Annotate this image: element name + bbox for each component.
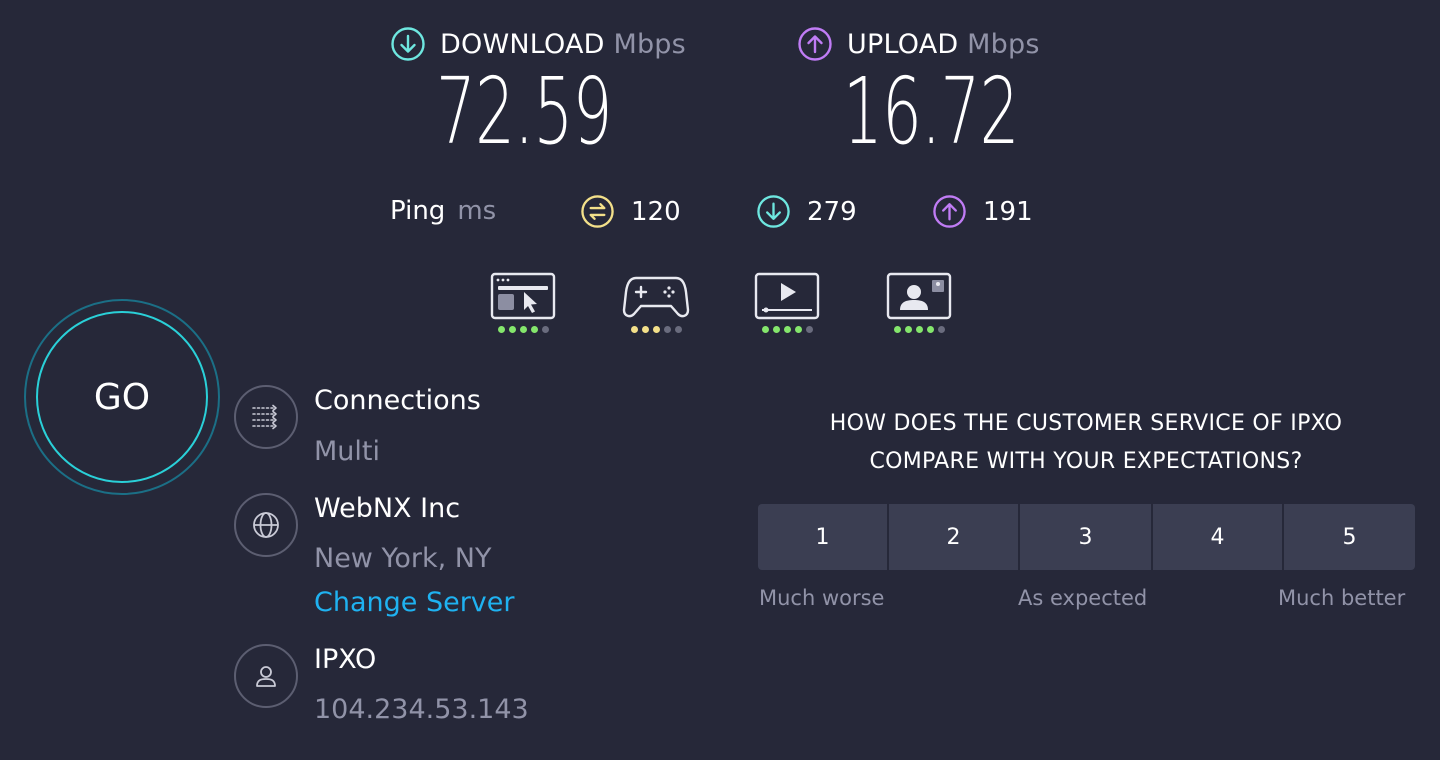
provider-name: IPXO <box>314 644 377 675</box>
user-icon <box>234 644 298 708</box>
streaming-quality[interactable] <box>754 272 820 333</box>
upload-unit: Mbps <box>967 28 1040 60</box>
browsing-quality[interactable] <box>490 272 556 333</box>
connections-icon <box>234 385 298 449</box>
globe-icon <box>234 493 298 557</box>
rating-dots <box>497 326 549 333</box>
rating-dot-filled <box>794 326 802 333</box>
upload-speed-value: 16.72 <box>843 58 1019 165</box>
download-latency-icon <box>757 195 790 228</box>
rating-dot-filled <box>926 326 934 333</box>
ping-unit: ms <box>457 196 497 226</box>
rating-dot-filled <box>641 326 649 333</box>
scale-label-low: Much worse <box>759 586 885 610</box>
gaming-quality[interactable] <box>622 272 690 333</box>
rating-dot-empty <box>541 326 549 333</box>
ping-download-value: 279 <box>807 196 857 227</box>
connections-value[interactable]: Multi <box>314 436 380 467</box>
download-arrow-icon <box>391 27 425 61</box>
upload-latency-icon <box>933 195 966 228</box>
change-server-link[interactable]: Change Server <box>314 587 515 618</box>
rating-option-2[interactable]: 2 <box>889 504 1018 570</box>
rating-option-3[interactable]: 3 <box>1020 504 1151 570</box>
rating-dots <box>761 326 813 333</box>
connections-title: Connections <box>314 385 481 416</box>
survey-question: HOW DOES THE CUSTOMER SERVICE OF IPXO CO… <box>760 405 1412 481</box>
rating-dot-filled <box>530 326 538 333</box>
rating-dot-filled <box>652 326 660 333</box>
download-speed-value: 72.59 <box>436 58 612 165</box>
scale-label-high: Much better <box>1278 586 1406 610</box>
rating-option-1[interactable]: 1 <box>758 504 887 570</box>
rating-dots <box>893 326 945 333</box>
rating-dot-filled <box>893 326 901 333</box>
rating-dot-filled <box>761 326 769 333</box>
rating-dot-empty <box>805 326 813 333</box>
upload-arrow-icon <box>798 27 832 61</box>
upload-label: UPLOAD <box>847 28 959 60</box>
rating-scale: 1 2 3 4 5 <box>758 504 1415 570</box>
upload-header: UPLOAD Mbps <box>797 26 1040 62</box>
ping-upload: 191 <box>932 194 1033 229</box>
browsing-icon <box>490 272 556 320</box>
rating-option-5[interactable]: 5 <box>1284 504 1415 570</box>
ping-upload-value: 191 <box>983 196 1033 227</box>
download-unit: Mbps <box>613 28 686 60</box>
go-button[interactable]: GO <box>36 311 208 483</box>
rating-dot-filled <box>915 326 923 333</box>
rating-dot-filled <box>519 326 527 333</box>
rating-dot-filled <box>508 326 516 333</box>
rating-dot-filled <box>783 326 791 333</box>
idle-ping-icon <box>581 195 614 228</box>
server-name: WebNX Inc <box>314 493 461 524</box>
ping-idle-value: 120 <box>631 196 681 227</box>
video-chat-icon <box>886 272 952 320</box>
rating-dot-filled <box>904 326 912 333</box>
survey-question-line2: COMPARE WITH YOUR EXPECTATIONS? <box>869 449 1303 474</box>
rating-option-4[interactable]: 4 <box>1153 504 1282 570</box>
videochat-quality[interactable] <box>886 272 952 333</box>
gaming-icon <box>622 276 690 318</box>
download-label: DOWNLOAD <box>440 28 605 60</box>
survey-question-line1: HOW DOES THE CUSTOMER SERVICE OF IPXO <box>829 411 1343 436</box>
server-location: New York, NY <box>314 543 492 574</box>
rating-dot-filled <box>772 326 780 333</box>
rating-dot-empty <box>663 326 671 333</box>
scale-label-mid: As expected <box>1018 586 1148 610</box>
rating-dots <box>630 326 682 333</box>
ip-address: 104.234.53.143 <box>314 694 529 725</box>
download-header: DOWNLOAD Mbps <box>390 26 686 62</box>
go-button-ring: GO <box>24 299 220 495</box>
rating-dot-filled <box>497 326 505 333</box>
rating-dot-empty <box>674 326 682 333</box>
ping-label: Ping ms <box>390 196 497 226</box>
rating-dot-empty <box>937 326 945 333</box>
rating-dot-filled <box>630 326 638 333</box>
ping-idle: 120 <box>580 194 681 229</box>
ping-download: 279 <box>756 194 857 229</box>
video-streaming-icon <box>754 272 820 320</box>
